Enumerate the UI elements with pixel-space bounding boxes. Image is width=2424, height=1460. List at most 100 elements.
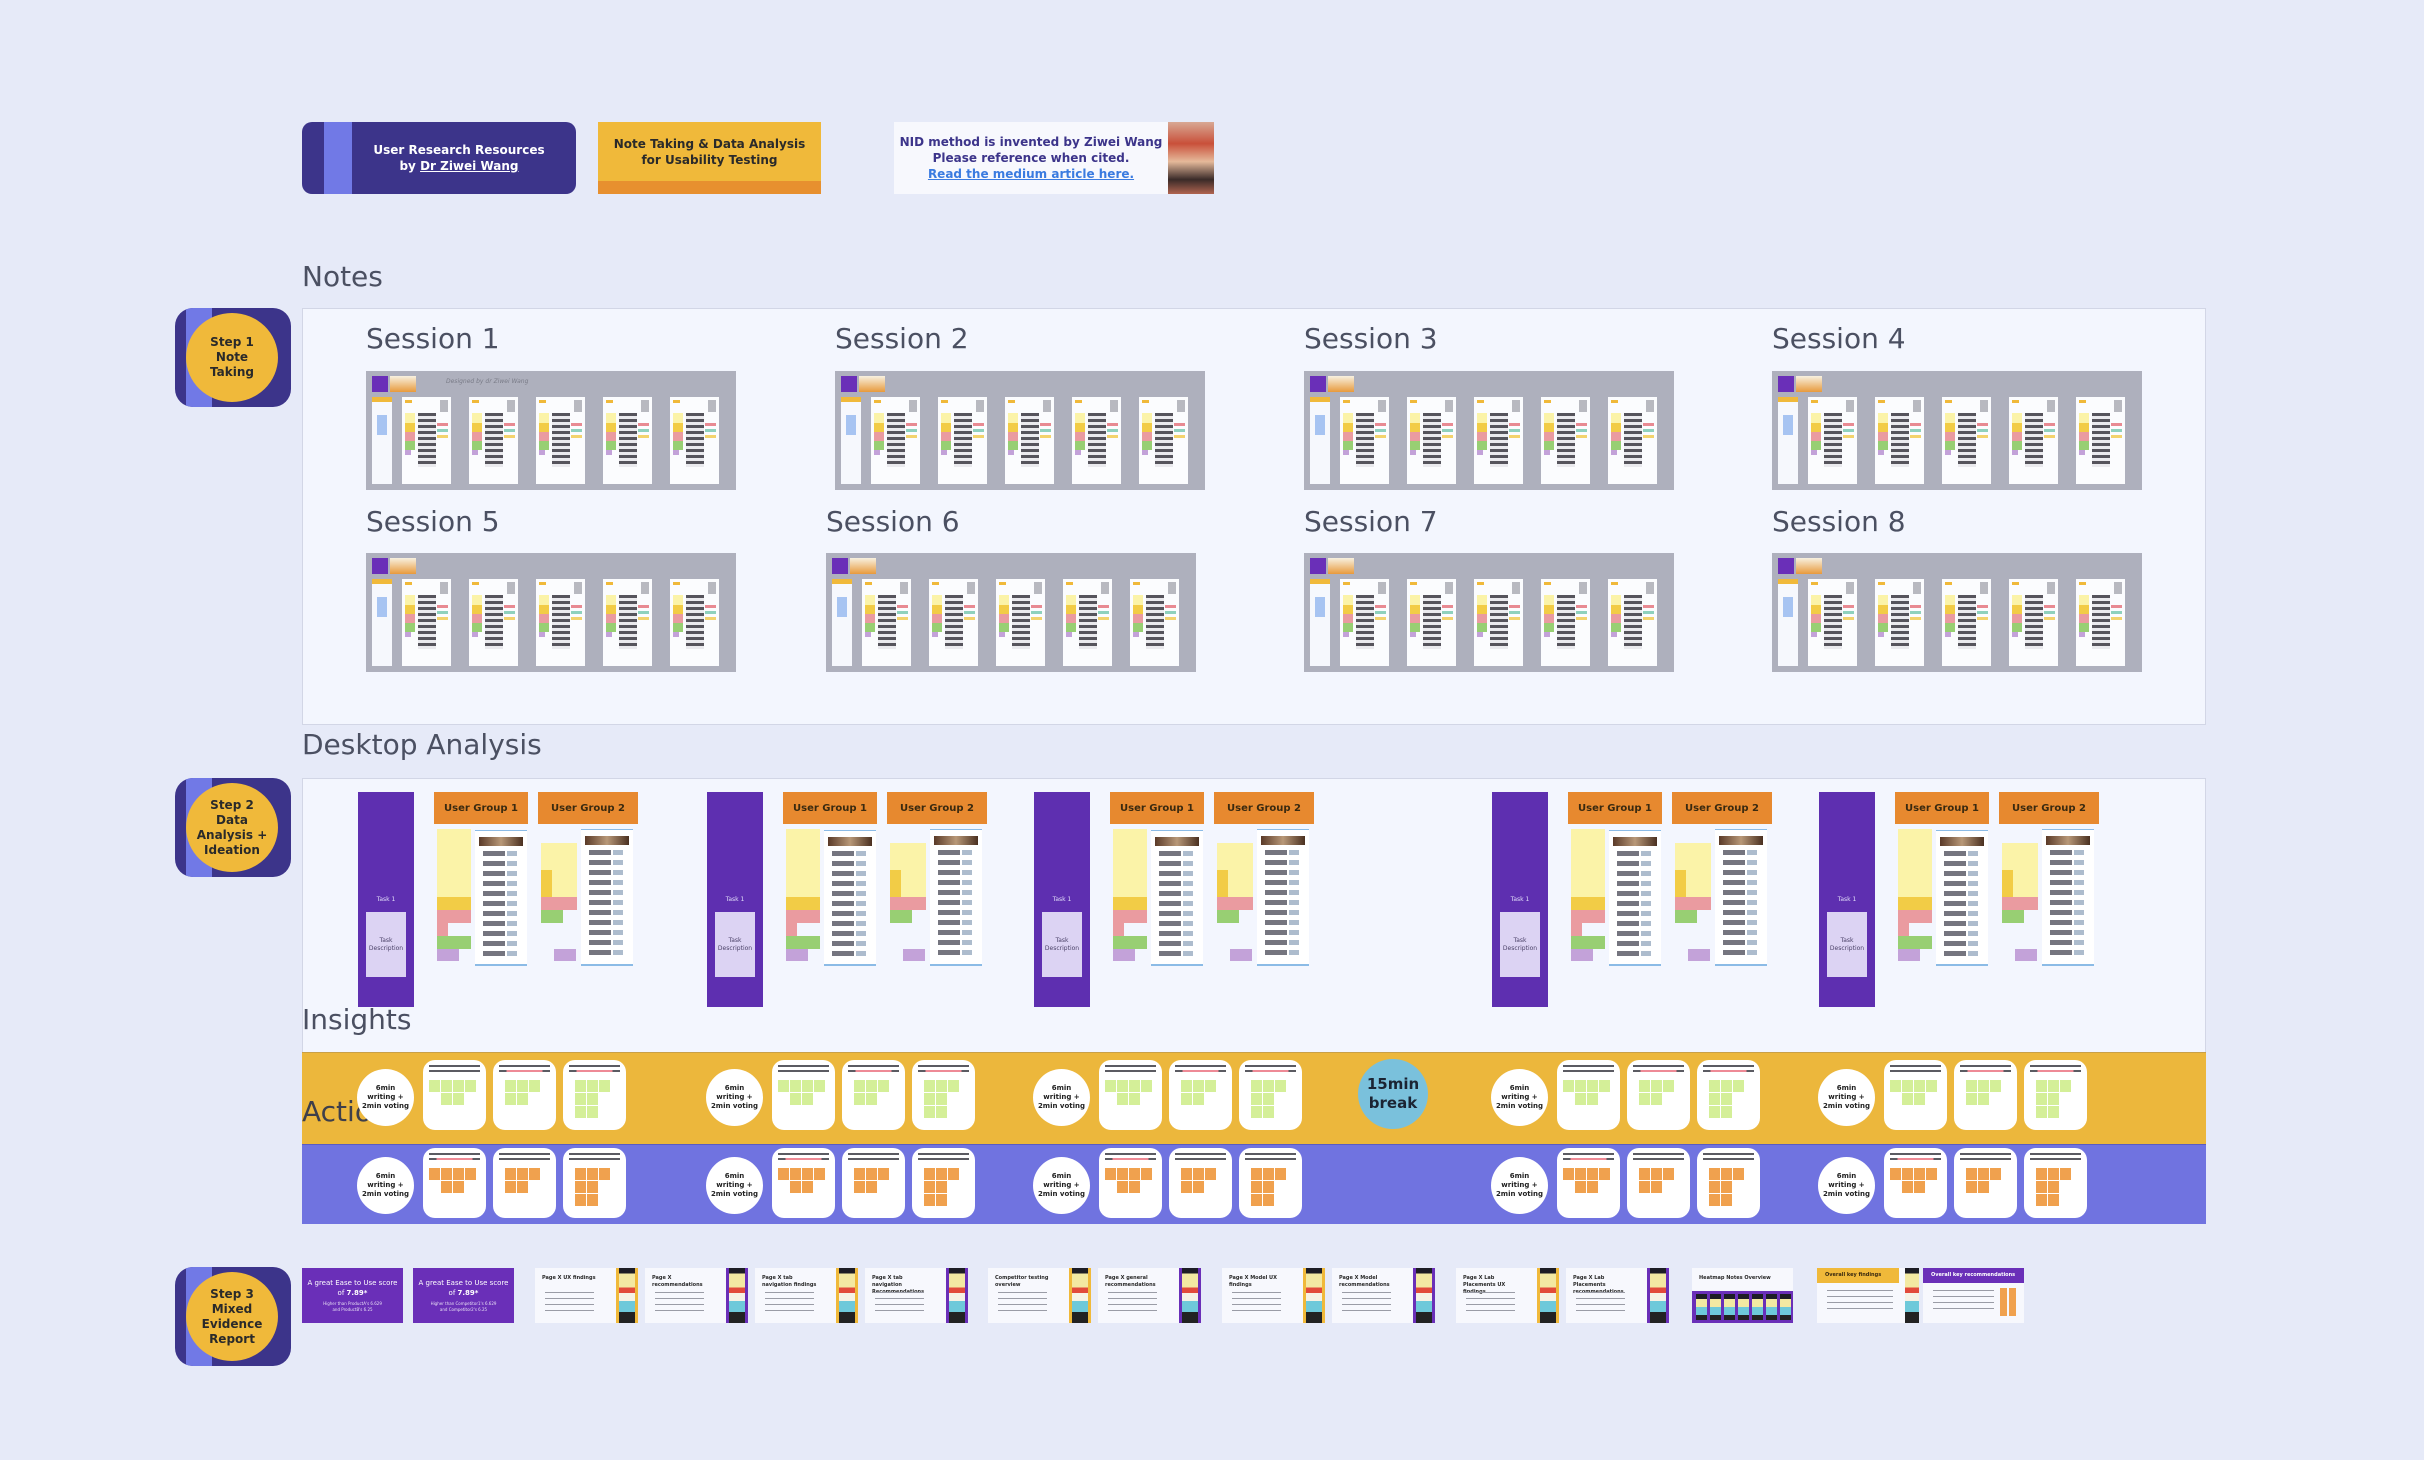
- action-card[interactable]: [842, 1148, 905, 1218]
- sticky-note[interactable]: [2015, 949, 2037, 961]
- action-sticky[interactable]: [778, 1168, 789, 1180]
- insight-sticky[interactable]: [1129, 1093, 1140, 1105]
- insight-sticky[interactable]: [1181, 1093, 1192, 1105]
- insight-sticky[interactable]: [802, 1080, 813, 1092]
- insight-sticky[interactable]: [1709, 1106, 1720, 1118]
- action-sticky[interactable]: [1575, 1168, 1586, 1180]
- action-card[interactable]: [563, 1148, 626, 1218]
- user-group-1-header[interactable]: User Group 1: [1110, 792, 1204, 824]
- sticky-note[interactable]: [1230, 949, 1252, 961]
- insight-sticky[interactable]: [517, 1080, 528, 1092]
- insight-sticky[interactable]: [1575, 1080, 1586, 1092]
- score-slide[interactable]: A great Ease to Use score of 7.89* Highe…: [413, 1268, 514, 1323]
- report-slide[interactable]: Page X Model recommendations: [1332, 1268, 1435, 1323]
- insight-sticky[interactable]: [517, 1093, 528, 1105]
- action-sticky[interactable]: [1902, 1181, 1913, 1193]
- insight-card[interactable]: [1884, 1060, 1947, 1130]
- insight-sticky[interactable]: [453, 1093, 464, 1105]
- insight-sticky[interactable]: [1890, 1080, 1901, 1092]
- session-board-thumbnail[interactable]: [826, 553, 1196, 672]
- insight-sticky[interactable]: [1651, 1080, 1662, 1092]
- insight-sticky[interactable]: [599, 1080, 610, 1092]
- insight-sticky[interactable]: [1639, 1080, 1650, 1092]
- user-group-1-header[interactable]: User Group 1: [434, 792, 528, 824]
- task-column[interactable]: Task 1 Task Description: [1034, 792, 1090, 1007]
- sticky-note[interactable]: [786, 829, 820, 897]
- insight-sticky[interactable]: [453, 1080, 464, 1092]
- action-sticky[interactable]: [790, 1168, 801, 1180]
- sticky-note[interactable]: [1217, 897, 1253, 910]
- action-sticky[interactable]: [1587, 1181, 1598, 1193]
- sticky-note[interactable]: [2002, 870, 2013, 897]
- user-group-2-header[interactable]: User Group 2: [1672, 792, 1772, 824]
- sticky-note[interactable]: [1571, 897, 1605, 910]
- insight-sticky[interactable]: [802, 1093, 813, 1105]
- insight-sticky[interactable]: [1263, 1093, 1274, 1105]
- insight-sticky[interactable]: [429, 1080, 440, 1092]
- action-card[interactable]: [1239, 1148, 1302, 1218]
- task-description-card[interactable]: Task Description: [1827, 912, 1867, 977]
- insight-sticky[interactable]: [1639, 1093, 1650, 1105]
- insight-sticky[interactable]: [1251, 1093, 1262, 1105]
- insight-sticky[interactable]: [924, 1106, 935, 1118]
- action-sticky[interactable]: [529, 1168, 540, 1180]
- insight-sticky[interactable]: [1663, 1080, 1674, 1092]
- action-sticky[interactable]: [2048, 1194, 2059, 1206]
- insight-sticky[interactable]: [2036, 1106, 2047, 1118]
- insight-sticky[interactable]: [936, 1093, 947, 1105]
- action-sticky[interactable]: [1651, 1168, 1662, 1180]
- sticky-note[interactable]: [1113, 897, 1147, 910]
- insight-sticky[interactable]: [1599, 1080, 1610, 1092]
- sticky-note[interactable]: [554, 949, 576, 961]
- sticky-note[interactable]: [786, 897, 820, 910]
- insight-sticky[interactable]: [1966, 1080, 1977, 1092]
- sticky-note[interactable]: [1898, 829, 1932, 897]
- insight-sticky[interactable]: [1251, 1106, 1262, 1118]
- report-slide[interactable]: Page X general recommendations: [1098, 1268, 1201, 1323]
- action-sticky[interactable]: [802, 1181, 813, 1193]
- insight-sticky[interactable]: [924, 1093, 935, 1105]
- author-link[interactable]: Dr Ziwei Wang: [420, 159, 518, 173]
- session-board-thumbnail[interactable]: [1772, 371, 2142, 490]
- task-description-card[interactable]: Task Description: [715, 912, 755, 977]
- action-sticky[interactable]: [1914, 1181, 1925, 1193]
- action-sticky[interactable]: [924, 1194, 935, 1206]
- task-description-card[interactable]: Task Description: [1500, 912, 1540, 977]
- insight-sticky[interactable]: [587, 1106, 598, 1118]
- action-card[interactable]: [2024, 1148, 2087, 1218]
- report-slide[interactable]: Competitor testing overview: [988, 1268, 1091, 1323]
- action-sticky[interactable]: [1926, 1168, 1937, 1180]
- action-sticky[interactable]: [517, 1168, 528, 1180]
- action-sticky[interactable]: [453, 1168, 464, 1180]
- report-slide[interactable]: Page X Model UX findings: [1222, 1268, 1325, 1323]
- action-card[interactable]: [1099, 1148, 1162, 1218]
- action-sticky[interactable]: [1587, 1168, 1598, 1180]
- insight-sticky[interactable]: [2036, 1080, 2047, 1092]
- action-sticky[interactable]: [1141, 1168, 1152, 1180]
- action-sticky[interactable]: [2036, 1168, 2047, 1180]
- insight-sticky[interactable]: [505, 1093, 516, 1105]
- sticky-note[interactable]: [890, 897, 926, 910]
- action-card[interactable]: [912, 1148, 975, 1218]
- insight-sticky[interactable]: [1251, 1080, 1262, 1092]
- sticky-note[interactable]: [1898, 897, 1932, 910]
- sticky-note[interactable]: [541, 870, 552, 897]
- sticky-note[interactable]: [890, 870, 901, 897]
- sticky-note[interactable]: [2002, 910, 2024, 923]
- action-sticky[interactable]: [1105, 1168, 1116, 1180]
- action-sticky[interactable]: [814, 1168, 825, 1180]
- sticky-note[interactable]: [2002, 897, 2038, 910]
- insight-sticky[interactable]: [924, 1080, 935, 1092]
- insight-card[interactable]: [1169, 1060, 1232, 1130]
- sticky-note[interactable]: [437, 829, 471, 897]
- action-sticky[interactable]: [948, 1168, 959, 1180]
- insight-sticky[interactable]: [1721, 1093, 1732, 1105]
- action-sticky[interactable]: [1599, 1168, 1610, 1180]
- action-sticky[interactable]: [587, 1168, 598, 1180]
- action-sticky[interactable]: [1129, 1181, 1140, 1193]
- medium-article-link[interactable]: Read the medium article here.: [928, 166, 1134, 182]
- action-sticky[interactable]: [1721, 1194, 1732, 1206]
- insight-sticky[interactable]: [441, 1080, 452, 1092]
- insight-card[interactable]: [1099, 1060, 1162, 1130]
- insight-sticky[interactable]: [1926, 1080, 1937, 1092]
